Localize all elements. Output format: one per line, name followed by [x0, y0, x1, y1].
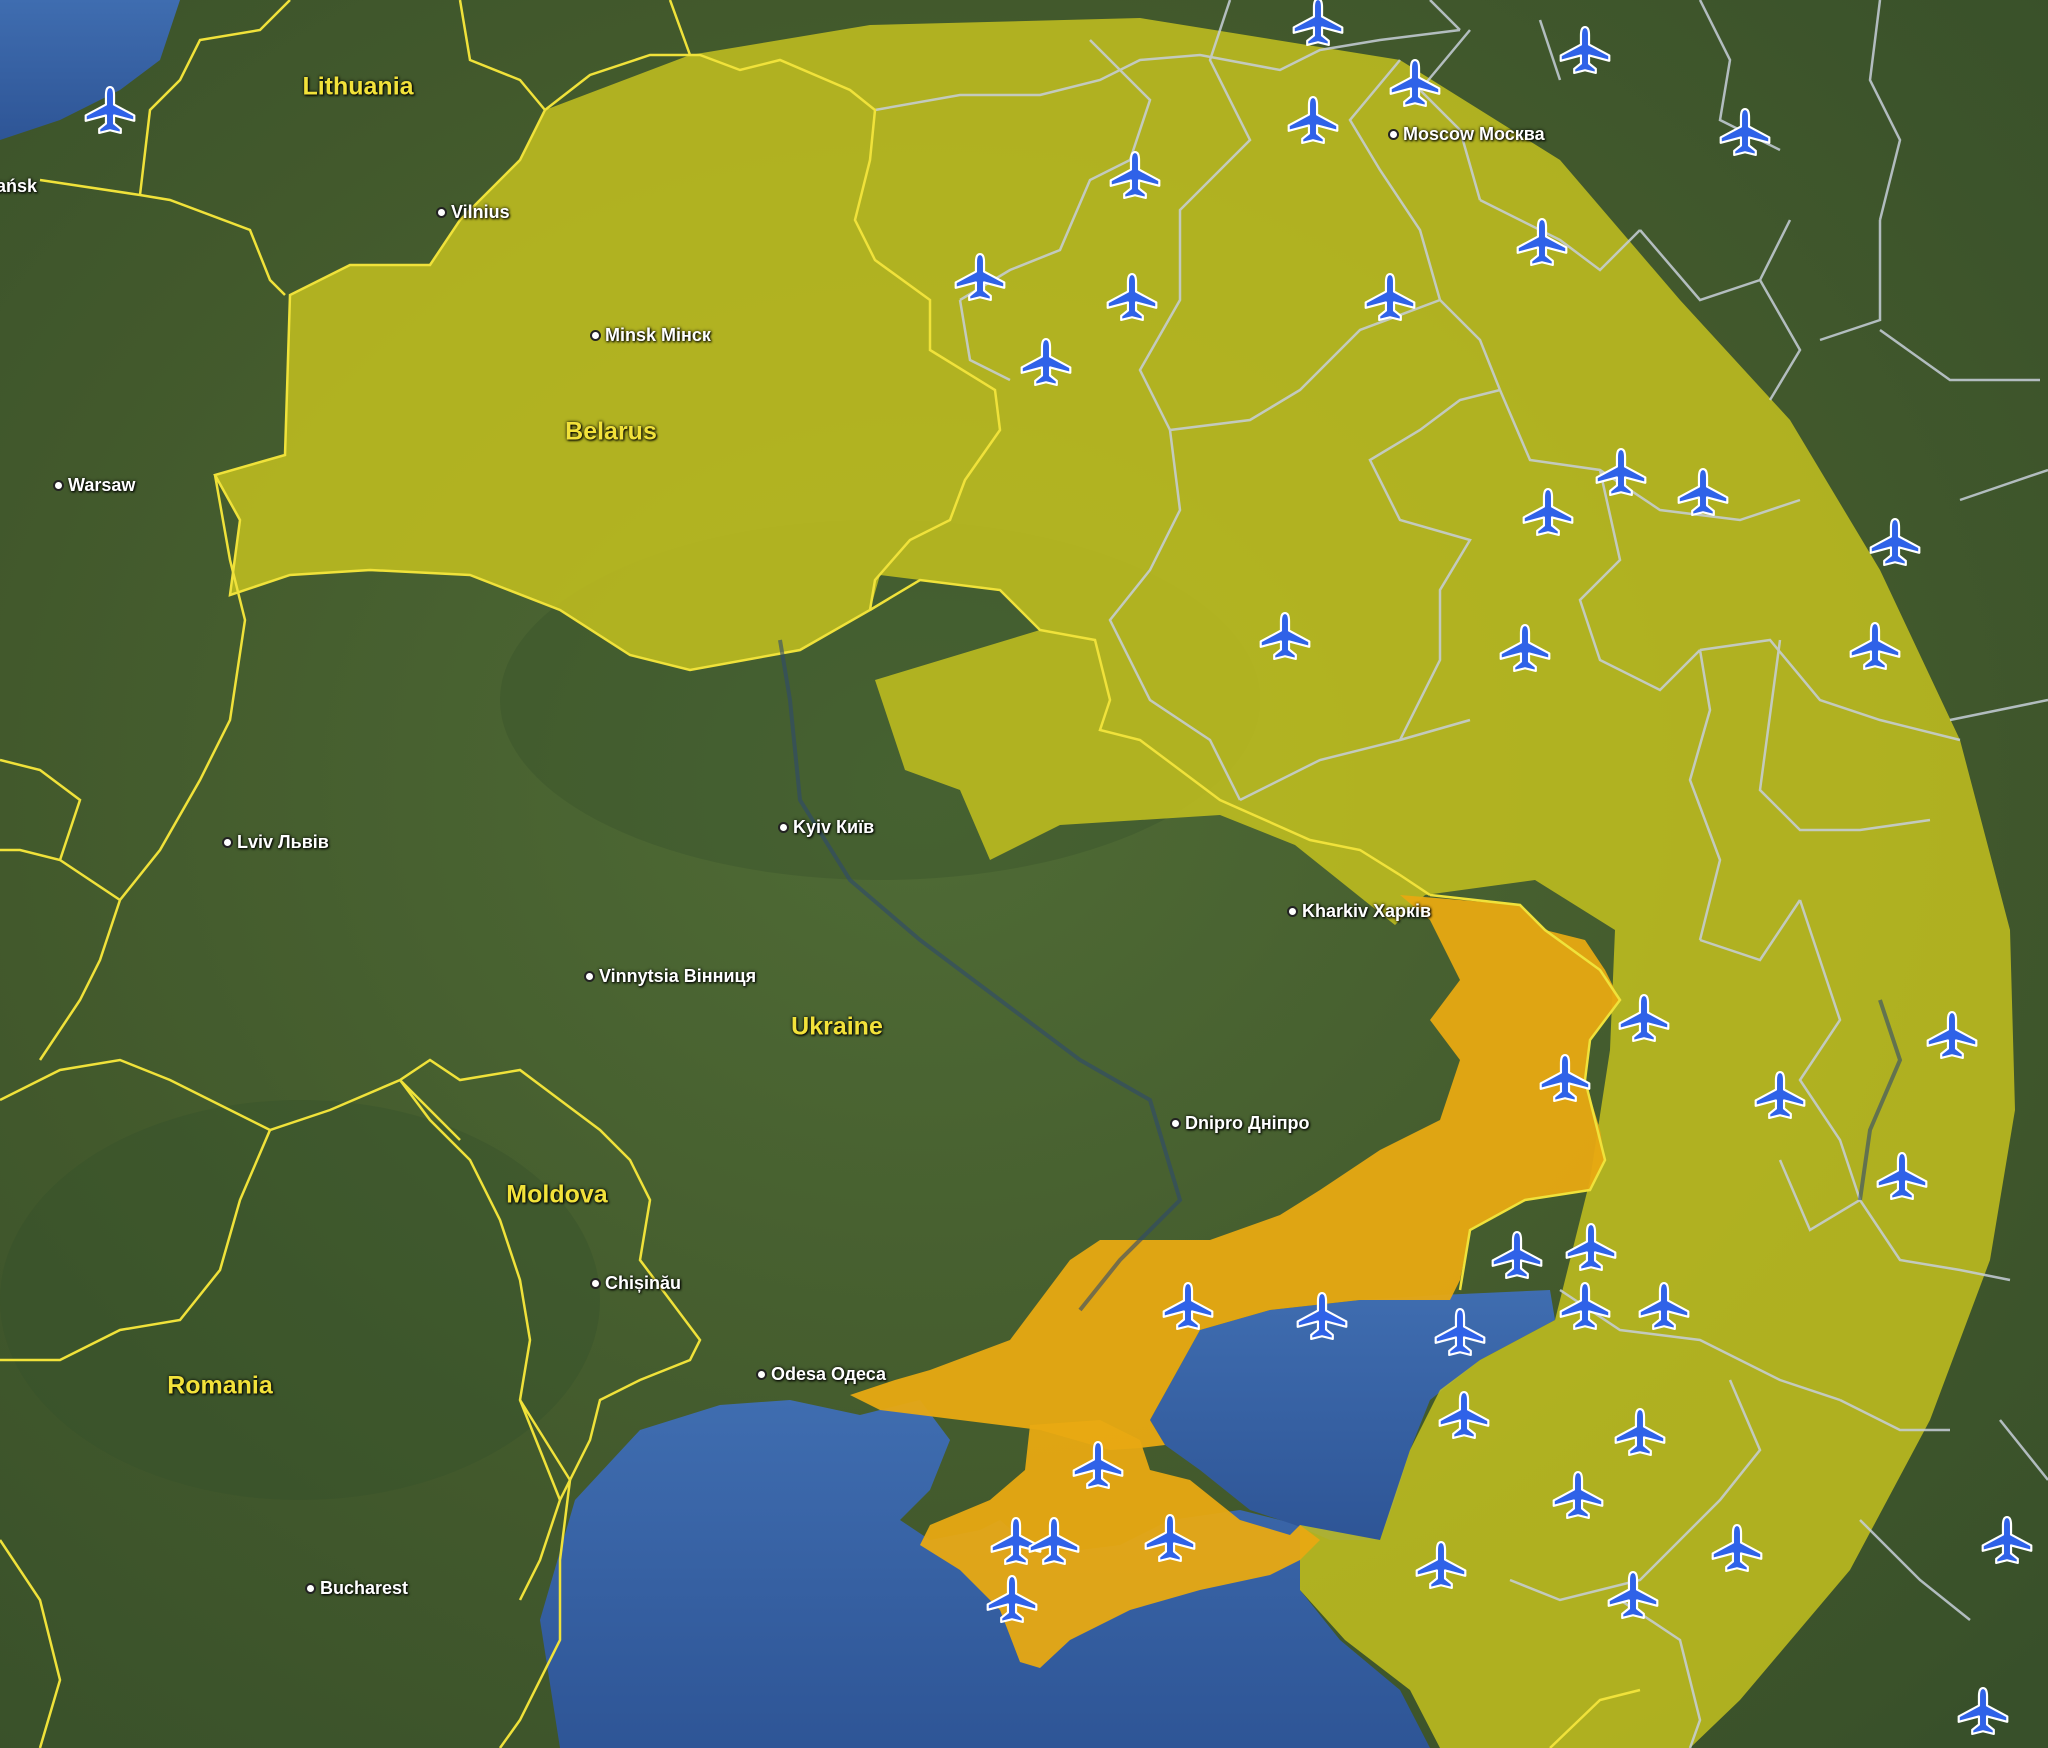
- city-odesa: Odesa Одеса: [756, 1364, 886, 1385]
- terrain-shading: [0, 1100, 600, 1500]
- city-moscow: Moscow Москва: [1388, 124, 1545, 145]
- city-lviv: Lviv Львів: [222, 832, 329, 853]
- city-gdansk: ańsk: [0, 176, 38, 196]
- city-marker: [778, 822, 789, 833]
- city-marker: [222, 837, 233, 848]
- city-chisinau: Chișinău: [590, 1273, 681, 1294]
- city-dnipro: Dnipro Дніпро: [1170, 1113, 1310, 1134]
- country-label-ukraine: Ukraine: [791, 1012, 883, 1041]
- city-marker: [1388, 129, 1399, 140]
- country-label-moldova: Moldova: [506, 1180, 608, 1209]
- city-marker: [756, 1369, 767, 1380]
- country-label-lithuania: Lithuania: [302, 72, 414, 101]
- city-marker: [305, 1583, 316, 1594]
- city-marker: [590, 330, 601, 341]
- city-marker: [436, 207, 447, 218]
- city-marker: [1287, 906, 1298, 917]
- city-vilnius: Vilnius: [436, 202, 510, 223]
- city-vinnytsia: Vinnytsia Вінниця: [584, 966, 756, 987]
- city-marker: [590, 1278, 601, 1289]
- country-label-romania: Romania: [167, 1371, 273, 1400]
- map-canvas: [0, 0, 2048, 1748]
- map-view[interactable]: Lithuania Belarus Ukraine Moldova Romani…: [0, 0, 2048, 1748]
- city-minsk: Minsk Мінск: [590, 325, 711, 346]
- country-label-belarus: Belarus: [565, 417, 657, 446]
- city-marker: [584, 971, 595, 982]
- city-warsaw: Warsaw: [53, 475, 135, 496]
- city-bucharest: Bucharest: [305, 1578, 408, 1599]
- city-marker: [1170, 1118, 1181, 1129]
- city-kharkiv: Kharkiv Харків: [1287, 901, 1431, 922]
- city-marker: [53, 480, 64, 491]
- city-kyiv: Kyiv Київ: [778, 817, 874, 838]
